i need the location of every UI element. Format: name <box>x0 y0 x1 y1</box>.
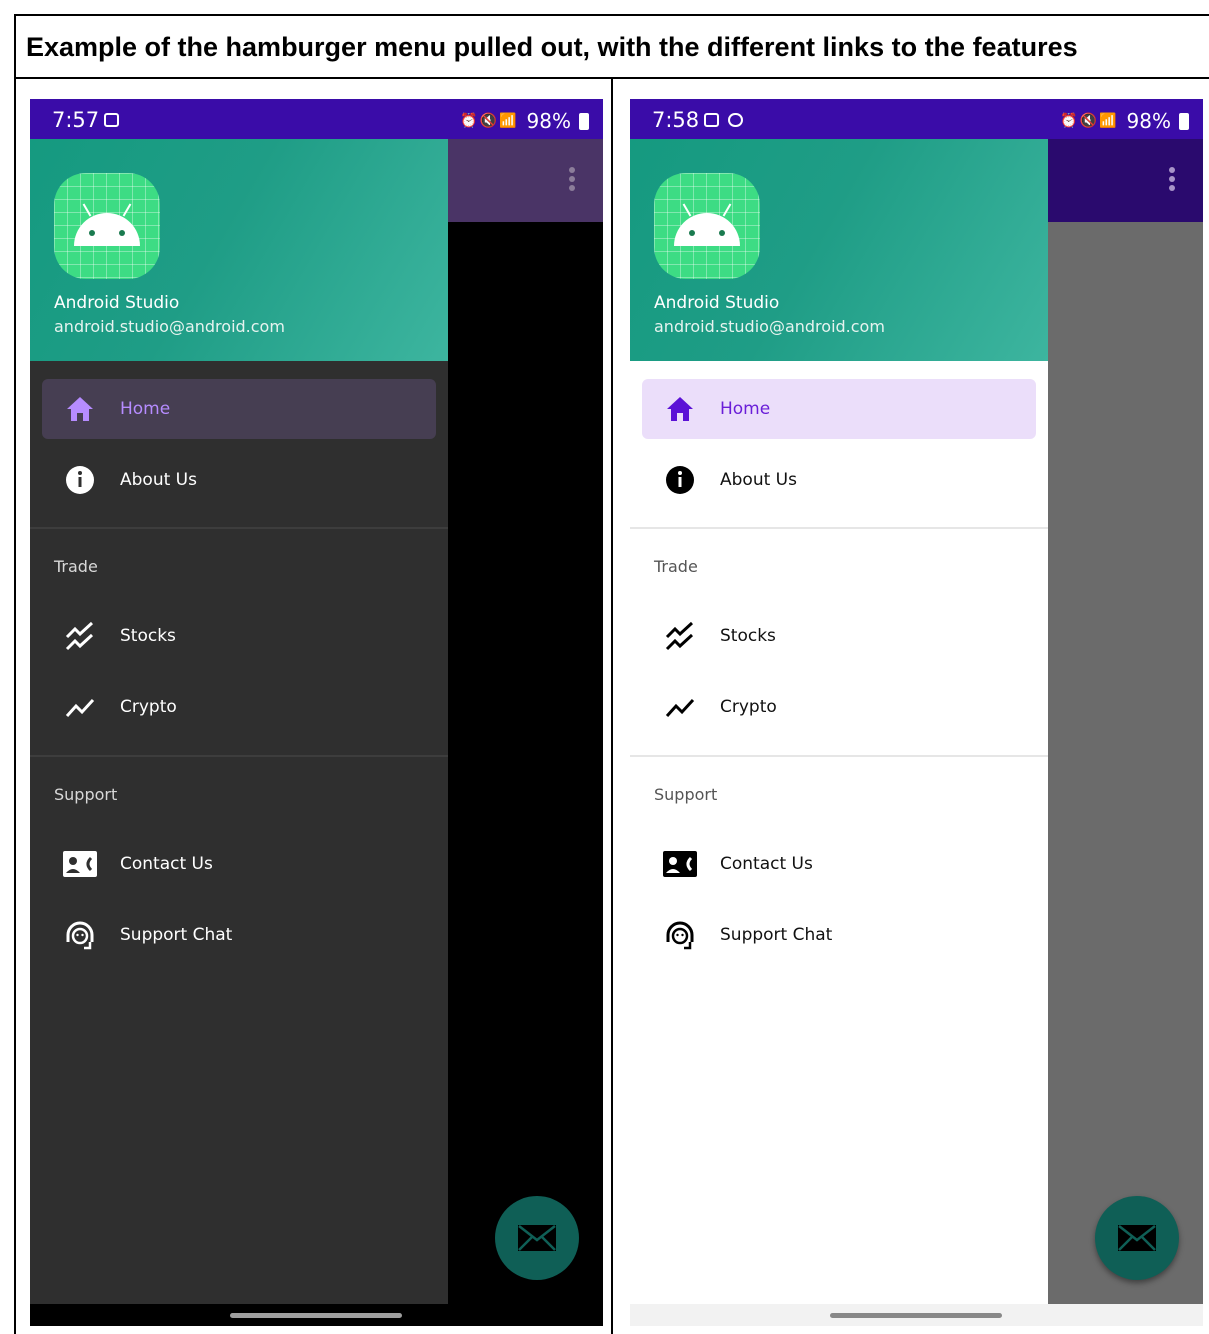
section-header-trade: Trade <box>54 557 98 576</box>
info-icon <box>666 466 694 494</box>
support-headset-icon <box>66 921 94 950</box>
menu-item-label: Contact Us <box>120 854 213 874</box>
menu-item-label: Crypto <box>120 697 177 717</box>
stocks-chart-icon <box>665 621 694 651</box>
menu-divider <box>630 755 1048 757</box>
drawer-header: Android Studio android.studio@android.co… <box>30 139 448 361</box>
menu-item-home[interactable]: Home <box>642 379 1036 439</box>
home-gesture-handle[interactable] <box>830 1313 1002 1318</box>
menu-item-support-chat[interactable]: Support Chat <box>642 905 1036 965</box>
user-email: android.studio@android.com <box>654 317 885 336</box>
menu-item-label: Home <box>720 399 771 419</box>
support-headset-icon <box>666 921 694 950</box>
figure-caption: Example of the hamburger menu pulled out… <box>26 32 1078 62</box>
battery-percent: 98% <box>1126 109 1171 133</box>
battery-icon <box>579 112 589 130</box>
crypto-chart-icon <box>65 698 95 718</box>
menu-divider <box>30 527 448 529</box>
gallery-notification-icon <box>704 113 719 127</box>
menu-item-stocks[interactable]: Stocks <box>642 606 1036 666</box>
navigation-drawer: Android Studio android.studio@android.co… <box>630 139 1048 1304</box>
menu-item-label: Support Chat <box>720 925 833 945</box>
mail-icon <box>518 1225 556 1251</box>
menu-item-contact-us[interactable]: Contact Us <box>42 834 436 894</box>
battery-icon <box>1179 112 1189 130</box>
user-name: Android Studio <box>54 293 180 313</box>
menu-divider <box>30 755 448 757</box>
status-time: 7:58 <box>652 108 700 132</box>
phone-screen-light: 7:58 ⏰🔇📶 98% Android Studio android.stud… <box>630 99 1203 1326</box>
gesture-nav-bar <box>630 1304 1203 1326</box>
battery-percent: 98% <box>526 109 571 133</box>
gesture-nav-bar <box>30 1304 603 1326</box>
menu-item-label: Crypto <box>720 697 777 717</box>
gallery-notification-icon <box>104 113 119 127</box>
system-status-icons: ⏰🔇📶 <box>1060 113 1119 129</box>
more-vert-icon[interactable] <box>1169 167 1175 194</box>
menu-item-support-chat[interactable]: Support Chat <box>42 905 436 965</box>
mail-icon <box>1118 1225 1156 1251</box>
menu-item-contact-us[interactable]: Contact Us <box>642 834 1036 894</box>
menu-item-label: Stocks <box>720 626 776 646</box>
menu-item-label: Home <box>120 399 171 419</box>
app-bar <box>448 139 603 222</box>
contact-card-icon <box>63 851 97 877</box>
menu-item-label: Stocks <box>120 626 176 646</box>
menu-item-crypto[interactable]: Crypto <box>42 677 436 737</box>
user-name: Android Studio <box>654 293 780 313</box>
status-right: ⏰🔇📶 98% <box>1060 109 1189 133</box>
android-logo-icon <box>54 173 160 279</box>
status-bar: 7:58 ⏰🔇📶 98% <box>630 99 1203 139</box>
navigation-drawer: Android Studio android.studio@android.co… <box>30 139 448 1304</box>
crypto-chart-icon <box>665 698 695 718</box>
stocks-chart-icon <box>65 621 94 651</box>
android-logo-icon <box>654 173 760 279</box>
menu-item-crypto[interactable]: Crypto <box>642 677 1036 737</box>
app-bar <box>1048 139 1203 222</box>
menu-divider <box>630 527 1048 529</box>
status-right: ⏰🔇📶 98% <box>460 109 589 133</box>
contact-card-icon <box>663 851 697 877</box>
menu-item-label: About Us <box>120 470 197 490</box>
section-header-support: Support <box>654 785 718 804</box>
section-header-trade: Trade <box>654 557 698 576</box>
status-bar: 7:57 ⏰🔇📶 98% <box>30 99 603 139</box>
mail-fab[interactable] <box>495 1196 579 1280</box>
more-vert-icon[interactable] <box>569 167 575 194</box>
menu-item-label: Support Chat <box>120 925 233 945</box>
menu-item-home[interactable]: Home <box>42 379 436 439</box>
system-status-icons: ⏰🔇📶 <box>460 113 519 129</box>
drawer-header: Android Studio android.studio@android.co… <box>630 139 1048 361</box>
home-gesture-handle[interactable] <box>230 1313 402 1318</box>
menu-item-about-us[interactable]: About Us <box>42 450 436 510</box>
menu-item-stocks[interactable]: Stocks <box>42 606 436 666</box>
status-time: 7:57 <box>52 108 100 132</box>
menu-item-label: About Us <box>720 470 797 490</box>
menu-item-label: Contact Us <box>720 854 813 874</box>
menu-item-about-us[interactable]: About Us <box>642 450 1036 510</box>
home-icon <box>667 397 693 421</box>
game-notification-icon <box>728 113 743 127</box>
info-icon <box>66 466 94 494</box>
phone-screen-dark: 7:57 ⏰🔇📶 98% Android Studio android.stud… <box>30 99 603 1326</box>
mail-fab[interactable] <box>1095 1196 1179 1280</box>
user-email: android.studio@android.com <box>54 317 285 336</box>
home-icon <box>67 397 93 421</box>
column-divider <box>611 77 613 1334</box>
section-header-support: Support <box>54 785 118 804</box>
